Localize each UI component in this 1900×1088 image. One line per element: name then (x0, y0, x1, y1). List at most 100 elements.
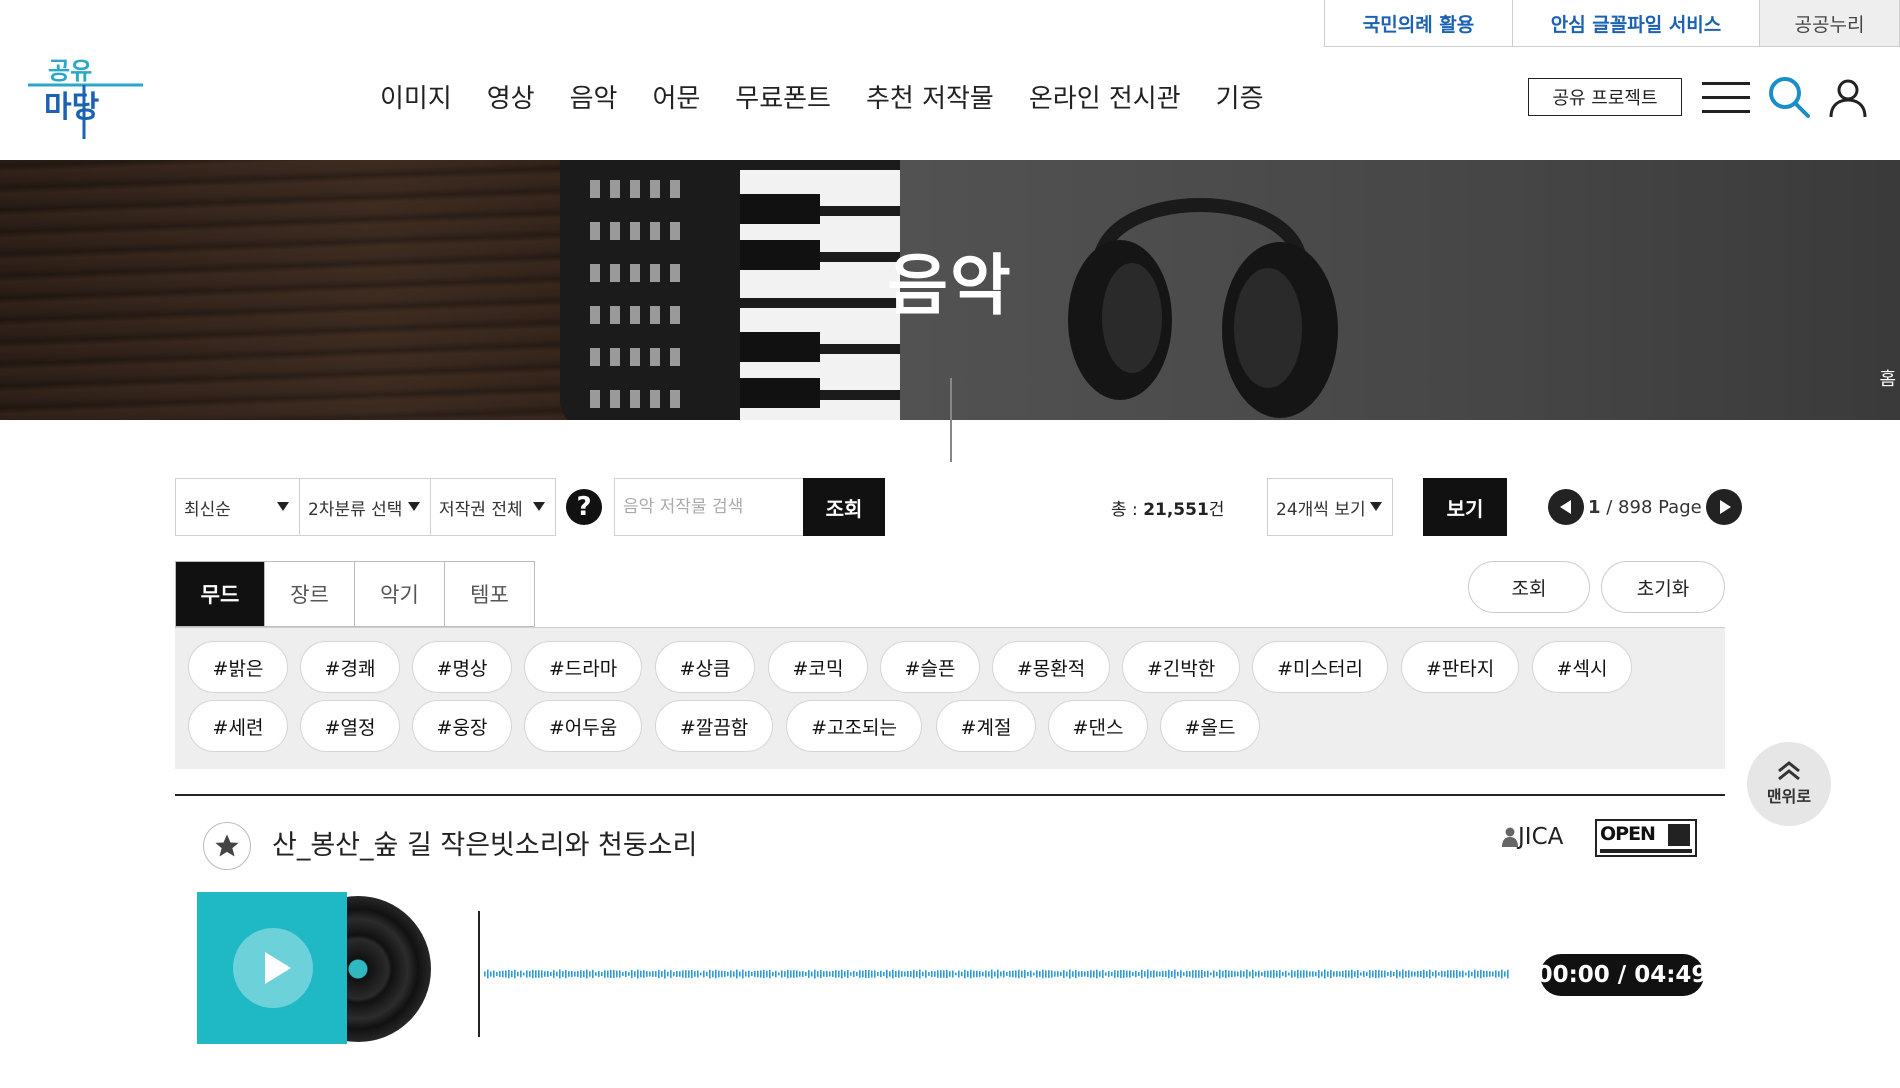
tag-chip[interactable]: #세련 (188, 700, 288, 752)
nav-item-recommended[interactable]: 추천 저작물 (866, 78, 994, 115)
tag-chip[interactable]: #깔끔함 (655, 700, 773, 752)
waveform-bar (673, 972, 675, 976)
waveform-bar (1393, 971, 1395, 977)
waveform-bar (1081, 971, 1083, 977)
util-link-safe-font[interactable]: 안심 글꼴파일 서비스 (1513, 0, 1760, 47)
tab-genre[interactable]: 장르 (265, 561, 355, 627)
tag-chip[interactable]: #계절 (936, 700, 1036, 752)
waveform-bar (1402, 969, 1404, 979)
waveform-bar (1183, 972, 1185, 976)
tag-chip[interactable]: #판타지 (1401, 641, 1519, 693)
tag-chip[interactable]: #밝은 (188, 641, 288, 693)
tag-chip[interactable]: #댄스 (1048, 700, 1148, 752)
waveform[interactable] (484, 962, 1510, 986)
favorite-button[interactable] (203, 822, 251, 870)
waveform-bar (916, 971, 918, 977)
waveform-bar (988, 971, 990, 977)
waveform-bar (847, 969, 849, 979)
breadcrumb-home[interactable]: 홈 (1879, 365, 1896, 391)
tag-chip[interactable]: #고조되는 (786, 700, 922, 752)
tab-tempo[interactable]: 템포 (445, 561, 535, 627)
tag-chip[interactable]: #섹시 (1532, 641, 1632, 693)
category-select[interactable]: 2차분류 선택 (299, 478, 431, 536)
util-link-kogl[interactable]: 공공누리 (1760, 0, 1900, 47)
tag-chip[interactable]: #코믹 (768, 641, 868, 693)
tag-search-button[interactable]: 조회 (1468, 561, 1590, 613)
search-button[interactable]: 조회 (803, 478, 885, 536)
waveform-bar (640, 970, 642, 978)
sort-select[interactable]: 최신순 (175, 478, 300, 536)
tag-chip[interactable]: #열정 (300, 700, 400, 752)
nav-item-image[interactable]: 이미지 (380, 78, 452, 115)
share-project-button[interactable]: 공유 프로젝트 (1528, 78, 1682, 116)
waveform-bar (1309, 971, 1311, 977)
tag-chip[interactable]: #슬픈 (880, 641, 980, 693)
waveform-bar (832, 970, 834, 978)
waveform-bar (787, 969, 789, 979)
tab-mood[interactable]: 무드 (175, 561, 265, 627)
nav-item-free-font[interactable]: 무료폰트 (735, 78, 831, 115)
search-input[interactable] (614, 478, 804, 536)
site-logo[interactable]: 공유 마당 (28, 55, 148, 141)
tag-list: #밝은 #경쾌 #명상 #드라마 #상큼 #코믹 #슬픈 #몽환적 #긴박한 #… (175, 627, 1725, 769)
tag-chip[interactable]: #몽환적 (992, 641, 1110, 693)
waveform-bar (643, 970, 645, 978)
help-icon[interactable]: ? (566, 489, 602, 525)
nav-item-online-exhibition[interactable]: 온라인 전시관 (1029, 78, 1181, 115)
waveform-bar (937, 970, 939, 978)
waveform-bar (952, 970, 954, 978)
waveform-bar (1246, 969, 1248, 979)
waveform-bar (757, 970, 759, 978)
nav-item-donation[interactable]: 기증 (1216, 78, 1264, 115)
back-to-top-button[interactable]: 맨위로 (1747, 742, 1831, 826)
open-license-badge[interactable]: OPEN (1595, 819, 1697, 857)
waveform-bar (1240, 970, 1242, 978)
view-button[interactable]: 보기 (1423, 478, 1507, 536)
tag-chip[interactable]: #어두움 (524, 700, 642, 752)
next-page-icon[interactable] (1705, 489, 1742, 525)
util-link-national-ceremony[interactable]: 국민의례 활용 (1324, 0, 1513, 47)
waveform-bar (1396, 969, 1398, 979)
tag-chip[interactable]: #웅장 (412, 700, 512, 752)
tab-instrument[interactable]: 악기 (355, 561, 445, 627)
per-page-select[interactable]: 24개씩 보기 (1267, 478, 1393, 536)
waveform-bar (1039, 971, 1041, 977)
license-icon (1668, 824, 1690, 846)
waveform-bar (736, 969, 738, 979)
tag-chip[interactable]: #명상 (412, 641, 512, 693)
nav-item-text[interactable]: 어문 (652, 78, 700, 115)
waveform-bar (511, 970, 513, 978)
waveform-bar (1465, 972, 1467, 976)
waveform-bar (1012, 970, 1014, 978)
waveform-bar (1366, 971, 1368, 977)
user-icon[interactable] (1828, 78, 1868, 118)
tag-chip[interactable]: #긴박한 (1122, 641, 1240, 693)
waveform-bar (604, 970, 606, 978)
waveform-bar (1453, 970, 1455, 978)
tag-reset-button[interactable]: 초기화 (1601, 561, 1725, 613)
waveform-bar (1258, 970, 1260, 978)
waveform-bar (895, 970, 897, 978)
waveform-bar (1186, 970, 1188, 978)
play-button[interactable] (233, 928, 313, 1008)
music-title[interactable]: 산_봉산_숲 길 작은빗소리와 천둥소리 (272, 823, 697, 862)
waveform-bar (517, 971, 519, 977)
tag-chip[interactable]: #미스터리 (1252, 641, 1388, 693)
tag-chip[interactable]: #경쾌 (300, 641, 400, 693)
search-icon[interactable] (1768, 76, 1810, 118)
tag-chip[interactable]: #상큼 (655, 641, 755, 693)
waveform-bar (838, 970, 840, 978)
waveform-bar (619, 970, 621, 978)
waveform-bar (877, 971, 879, 977)
tag-chip[interactable]: #올드 (1160, 700, 1260, 752)
prev-page-icon[interactable] (1548, 489, 1584, 525)
copyright-select[interactable]: 저작권 전체 (430, 478, 556, 536)
nav-item-music[interactable]: 음악 (570, 78, 618, 115)
menu-icon[interactable] (1702, 82, 1750, 114)
waveform-bar (1084, 971, 1086, 977)
nav-item-video[interactable]: 영상 (487, 78, 535, 115)
waveform-bar (1129, 970, 1131, 978)
waveform-bar (1489, 971, 1491, 977)
tag-chip[interactable]: #드라마 (524, 641, 642, 693)
waveform-bar (1096, 969, 1098, 979)
